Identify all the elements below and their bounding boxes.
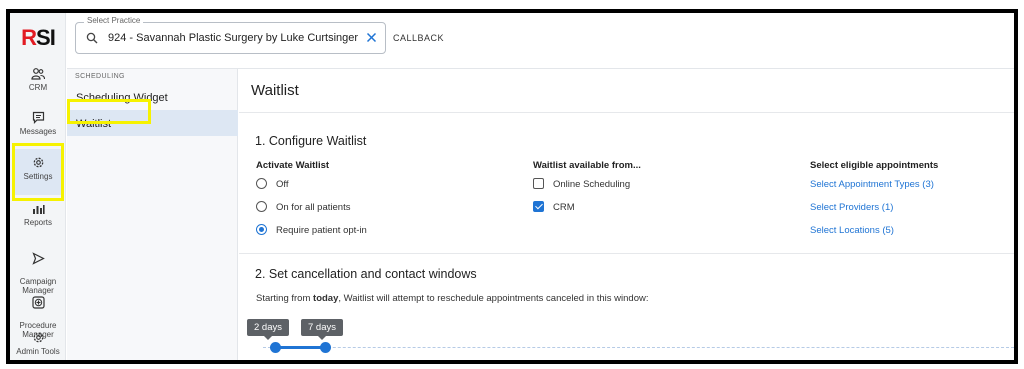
radio-on-for-all-patients[interactable]: On for all patients bbox=[256, 201, 350, 215]
checkbox-online-scheduling[interactable]: Online Scheduling bbox=[533, 178, 630, 192]
slider-max-handle[interactable] bbox=[320, 342, 331, 353]
rail-item-admin-tools[interactable]: Admin Tools bbox=[12, 331, 64, 360]
section-divider bbox=[239, 253, 1014, 254]
icon-rail: RSI CRM Messages Settings Reports Campai… bbox=[10, 13, 66, 360]
app-window: RSI CRM Messages Settings Reports Campai… bbox=[6, 9, 1018, 364]
rail-item-campaign-manager[interactable]: Campaign Manager bbox=[12, 243, 64, 295]
search-icon bbox=[86, 32, 98, 44]
rail-item-procedure-manager[interactable]: Procedure Manager bbox=[12, 287, 64, 339]
checkbox[interactable] bbox=[533, 178, 544, 189]
gear-icon bbox=[33, 332, 43, 343]
slider-track bbox=[263, 347, 1014, 348]
practice-select-value: 924 - Savannah Plastic Surgery by Luke C… bbox=[108, 32, 359, 44]
activate-waitlist-header: Activate Waitlist bbox=[256, 160, 330, 171]
section-windows-title: 2. Set cancellation and contact windows bbox=[255, 267, 477, 281]
radio-button[interactable] bbox=[256, 201, 267, 212]
rail-item-crm[interactable]: CRM bbox=[12, 68, 64, 102]
rail-item-messages[interactable]: Messages bbox=[12, 111, 64, 145]
callback-button[interactable]: CALLBACK bbox=[393, 33, 444, 43]
eligible-appointments-header: Select eligible appointments bbox=[810, 160, 939, 171]
main-content: Waitlist 1. Configure Waitlist Activate … bbox=[239, 69, 1014, 360]
slider-min-handle[interactable] bbox=[270, 342, 281, 353]
select-locations-link[interactable]: Select Locations (5) bbox=[810, 225, 894, 236]
cancellation-window-description: Starting from today, Waitlist will attem… bbox=[256, 293, 649, 304]
rail-label: CRM bbox=[28, 83, 48, 92]
practice-select[interactable]: Select Practice 924 - Savannah Plastic S… bbox=[75, 16, 386, 54]
radio-off[interactable]: Off bbox=[256, 178, 289, 192]
waitlist-available-header: Waitlist available from... bbox=[533, 160, 641, 171]
select-providers-link[interactable]: Select Providers (1) bbox=[810, 202, 893, 213]
rsi-logo: RSI bbox=[21, 25, 56, 50]
select-appointment-types-link[interactable]: Select Appointment Types (3) bbox=[810, 179, 934, 190]
slider-max-tooltip: 7 days bbox=[301, 319, 343, 340]
rail-item-settings[interactable]: Settings bbox=[12, 149, 64, 195]
subnav-item-waitlist[interactable]: Waitlist bbox=[67, 110, 238, 136]
checkbox-crm[interactable]: CRM bbox=[533, 201, 575, 215]
slider-range-fill bbox=[275, 346, 325, 349]
rail-label: Settings bbox=[23, 172, 53, 181]
rail-label: Messages bbox=[19, 127, 57, 136]
rail-item-reports[interactable]: Reports bbox=[12, 203, 64, 237]
slider-min-tooltip: 2 days bbox=[247, 319, 289, 340]
close-icon[interactable] bbox=[366, 32, 377, 43]
top-bar: Select Practice 924 - Savannah Plastic S… bbox=[67, 13, 1014, 69]
bar-chart-icon bbox=[32, 205, 45, 214]
people-icon bbox=[31, 68, 45, 80]
section-configure-title: 1. Configure Waitlist bbox=[255, 134, 367, 148]
rail-label: Reports bbox=[23, 218, 52, 227]
radio-button[interactable] bbox=[256, 178, 267, 189]
subnav-section-header: SCHEDULING bbox=[75, 73, 125, 80]
page-title: Waitlist bbox=[239, 69, 1014, 113]
message-icon bbox=[32, 111, 44, 124]
subnav-item-scheduling-widget[interactable]: Scheduling Widget bbox=[67, 84, 238, 110]
radio-require-patient-opt-in[interactable]: Require patient opt-in bbox=[256, 224, 367, 238]
rail-label: Admin Tools bbox=[16, 347, 60, 356]
practice-select-label: Select Practice bbox=[84, 16, 144, 25]
settings-subnav: SCHEDULING Scheduling Widget Waitlist bbox=[67, 69, 238, 360]
radio-button-selected[interactable] bbox=[256, 224, 267, 235]
plus-box-icon bbox=[31, 296, 45, 309]
send-icon bbox=[31, 252, 45, 265]
checkbox-checked[interactable] bbox=[533, 201, 544, 212]
gear-icon bbox=[33, 157, 43, 168]
